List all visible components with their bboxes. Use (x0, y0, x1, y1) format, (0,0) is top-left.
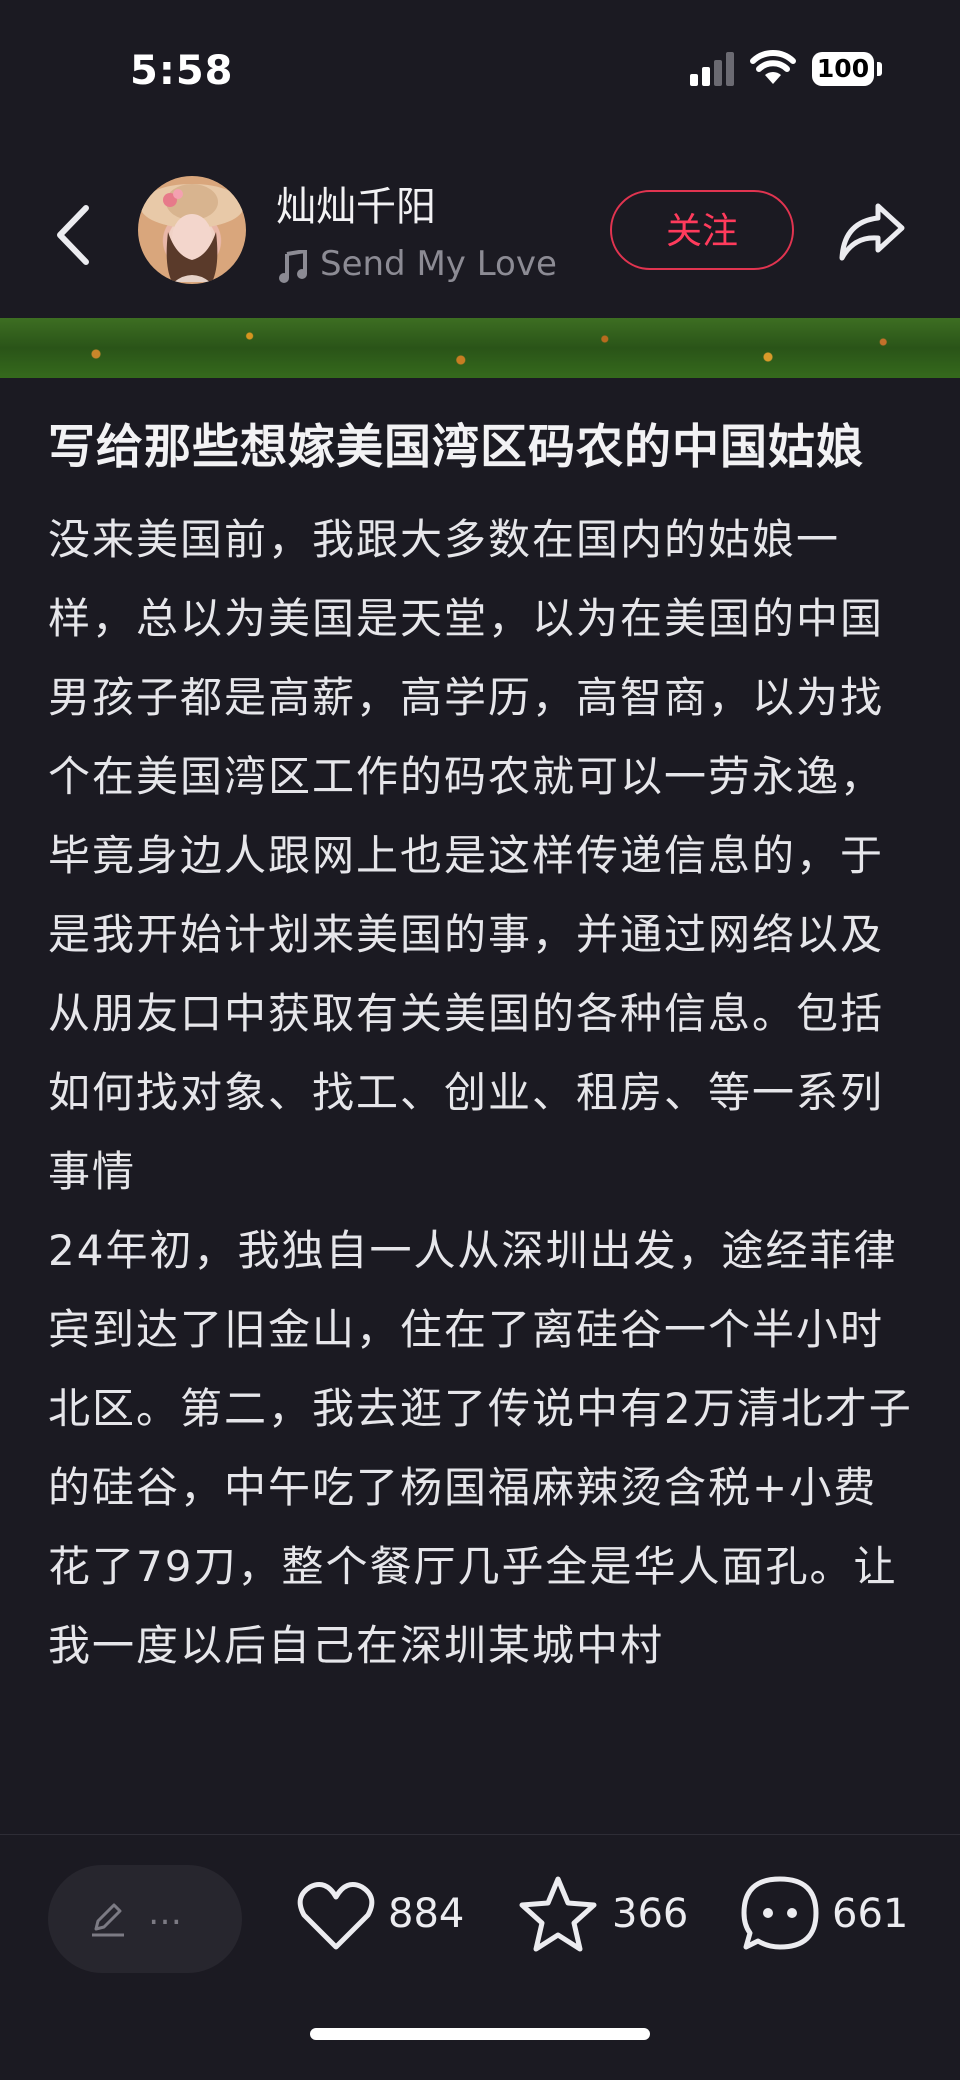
favorite-count: 366 (612, 1891, 689, 1937)
comment-placeholder: … (148, 1893, 184, 1933)
comment-count: 661 (832, 1891, 909, 1937)
post-paragraph-2: 24年初，我独自一人从深圳出发，途经菲律宾到达了旧金山，住在了离硅谷一个半小时北… (48, 1226, 913, 1670)
post-header: 灿灿千阳 Send My Love 关注 (0, 160, 960, 300)
follow-button[interactable]: 关注 (610, 190, 794, 270)
favorite-button[interactable]: 366 (518, 1876, 698, 1961)
heart-icon (297, 1882, 375, 1950)
like-count: 884 (388, 1891, 465, 1937)
wifi-icon (750, 50, 796, 84)
battery-tip (877, 62, 882, 76)
home-indicator[interactable] (310, 2028, 650, 2040)
avatar-portrait (140, 184, 244, 282)
like-button[interactable]: 884 (296, 1877, 476, 1961)
music-title: Send My Love (320, 244, 557, 284)
status-time: 5:58 (130, 48, 234, 94)
post-title: 写给那些想嫁美国湾区码农的中国姑娘 (48, 420, 864, 475)
comment-button[interactable]: 661 (740, 1876, 920, 1961)
cellular-signal-icon (690, 52, 734, 86)
star-icon (519, 1876, 597, 1952)
post-cover-image[interactable] (0, 318, 960, 378)
back-button[interactable] (50, 200, 100, 270)
post-paragraph-1: 没来美国前，我跟大多数在国内的姑娘一样，总以为美国是天堂，以为在美国的中国男孩子… (48, 515, 885, 1196)
battery-icon: 100 (812, 52, 874, 86)
pencil-icon (92, 1903, 124, 1937)
status-bar: 5:58 100 (0, 0, 960, 140)
post-content: 写给那些想嫁美国湾区码农的中国姑娘 没来美国前，我跟大多数在国内的姑娘一样，总以… (48, 410, 916, 1685)
comment-bubble-icon (741, 1876, 819, 1950)
music-note-icon (279, 250, 307, 283)
author-name[interactable]: 灿灿千阳 (276, 174, 436, 232)
share-icon[interactable] (836, 200, 908, 264)
comment-input[interactable]: … (48, 1865, 242, 1973)
bottom-action-bar: … 884 366 661 (0, 1834, 960, 2080)
author-avatar[interactable] (138, 176, 246, 284)
